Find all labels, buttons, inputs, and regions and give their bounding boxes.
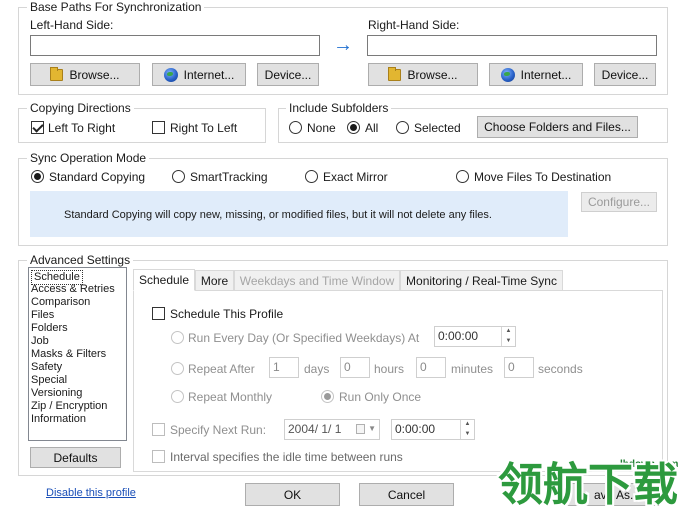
include-subfolders-legend: Include Subfolders [286,101,392,115]
specify-next-run-checkbox[interactable] [152,423,165,436]
subfolders-all-label[interactable]: All [365,121,378,135]
left-device-button[interactable]: Device... [257,63,319,86]
chevron-down-icon: ▼ [368,424,376,433]
next-run-date-picker[interactable]: 2004/ 1/ 1 ▼ [284,419,380,440]
schedule-profile-label[interactable]: Schedule This Profile [170,307,283,321]
cancel-button[interactable]: Cancel [359,483,454,506]
disable-profile-link[interactable]: Disable this profile [46,487,136,499]
left-hand-path-input[interactable] [30,35,320,56]
repeat-seconds-input[interactable]: 0 [504,357,534,378]
watermark-logo: 领航下载 [498,459,679,510]
exact-mirror-radio[interactable] [305,170,318,183]
smarttracking-radio[interactable] [172,170,185,183]
repeat-monthly-label: Repeat Monthly [188,390,273,404]
subfolders-none-radio[interactable] [289,121,302,134]
tab-schedule[interactable]: Schedule [133,269,195,291]
tab-weekdays-time-window[interactable]: Weekdays and Time Window [234,270,400,291]
run-every-day-label: Run Every Day (Or Specified Weekdays) At [188,331,420,345]
days-label: days [304,362,330,376]
spin-up-icon: ▲ [464,421,471,427]
base-paths-legend: Base Paths For Synchronization [27,0,205,14]
repeat-after-label: Repeat After [188,362,255,376]
defaults-button[interactable]: Defaults [30,447,121,468]
smarttracking-label[interactable]: SmartTracking [190,170,268,184]
repeat-after-radio[interactable] [171,362,184,375]
repeat-minutes-input[interactable]: 0 [416,357,446,378]
configure-button[interactable]: Configure... [581,192,657,212]
run-only-once-label: Run Only Once [339,390,422,404]
category-safety[interactable]: Safety [31,361,62,374]
interval-idle-checkbox[interactable] [152,450,165,463]
copying-directions-legend: Copying Directions [27,101,134,115]
sync-mode-description: Standard Copying will copy new, missing,… [64,209,492,221]
spin-down-icon: ▼ [464,430,471,437]
subfolders-selected-label[interactable]: Selected [414,121,461,135]
calendar-icon [356,424,365,434]
spin-up-icon: ▲ [505,328,512,334]
sync-direction-arrow-icon: → [333,34,353,56]
schedule-profile-checkbox[interactable] [152,307,165,320]
subfolders-all-radio[interactable] [347,121,360,134]
next-run-time-input[interactable]: 0:00:00 ▲ ▼ [391,419,475,440]
left-browse-button[interactable]: Browse... [30,63,140,86]
category-job[interactable]: Job [31,335,49,348]
globe-icon [500,67,515,82]
interval-idle-label: Interval specifies the idle time between… [170,450,403,464]
category-comparison[interactable]: Comparison [31,296,90,309]
right-device-button[interactable]: Device... [594,63,656,86]
choose-folders-button[interactable]: Choose Folders and Files... [477,116,638,138]
next-run-time-spinner[interactable]: ▲ ▼ [460,420,474,439]
globe-icon [163,67,178,82]
tab-more[interactable]: More [195,270,234,291]
run-every-day-radio[interactable] [171,331,184,344]
sync-mode-description-panel: Standard Copying will copy new, missing,… [30,191,568,237]
folder-icon [50,66,64,81]
specify-next-run-label: Specify Next Run: [170,423,267,437]
settings-category-list[interactable]: Schedule Access & Retries Comparison Fil… [28,267,127,441]
right-internet-button[interactable]: Internet... [489,63,583,86]
left-to-right-label[interactable]: Left To Right [48,121,115,135]
repeat-days-input[interactable]: 1 [269,357,299,378]
repeat-monthly-radio[interactable] [171,390,184,403]
ok-button[interactable]: OK [245,483,340,506]
category-masks-filters[interactable]: Masks & Filters [31,348,106,361]
category-versioning[interactable]: Versioning [31,387,82,400]
advanced-settings-legend: Advanced Settings [27,253,134,267]
category-files[interactable]: Files [31,309,54,322]
category-folders[interactable]: Folders [31,322,68,335]
hours-label: hours [374,362,405,376]
sync-mode-legend: Sync Operation Mode [27,151,150,165]
move-files-radio[interactable] [456,170,469,183]
minutes-label: minutes [451,362,494,376]
category-special[interactable]: Special [31,374,67,387]
folder-icon [388,66,402,81]
seconds-label: seconds [538,362,583,376]
right-to-left-checkbox[interactable] [152,121,165,134]
spin-down-icon: ▼ [505,337,512,344]
left-internet-button[interactable]: Internet... [152,63,246,86]
every-day-time-input[interactable]: 0:00:00 ▲ ▼ [434,326,516,347]
left-to-right-checkbox[interactable] [31,121,44,134]
every-day-time-spinner[interactable]: ▲ ▼ [501,327,515,346]
right-browse-button[interactable]: Browse... [368,63,478,86]
tab-monitoring-realtime[interactable]: Monitoring / Real-Time Sync [400,270,563,291]
right-hand-label: Right-Hand Side: [368,18,460,32]
category-zip-encryption[interactable]: Zip / Encryption [31,400,107,413]
exact-mirror-label[interactable]: Exact Mirror [323,170,388,184]
subfolders-selected-radio[interactable] [396,121,409,134]
subfolders-none-label[interactable]: None [307,121,336,135]
standard-copying-radio[interactable] [31,170,44,183]
standard-copying-label[interactable]: Standard Copying [49,170,145,184]
move-files-label[interactable]: Move Files To Destination [474,170,611,184]
right-to-left-label[interactable]: Right To Left [170,121,237,135]
run-only-once-radio[interactable] [321,390,334,403]
right-hand-path-input[interactable] [367,35,657,56]
left-hand-label: Left-Hand Side: [30,18,114,32]
category-access-retries[interactable]: Access & Retries [31,283,115,296]
category-information[interactable]: Information [31,413,86,426]
repeat-hours-input[interactable]: 0 [340,357,370,378]
